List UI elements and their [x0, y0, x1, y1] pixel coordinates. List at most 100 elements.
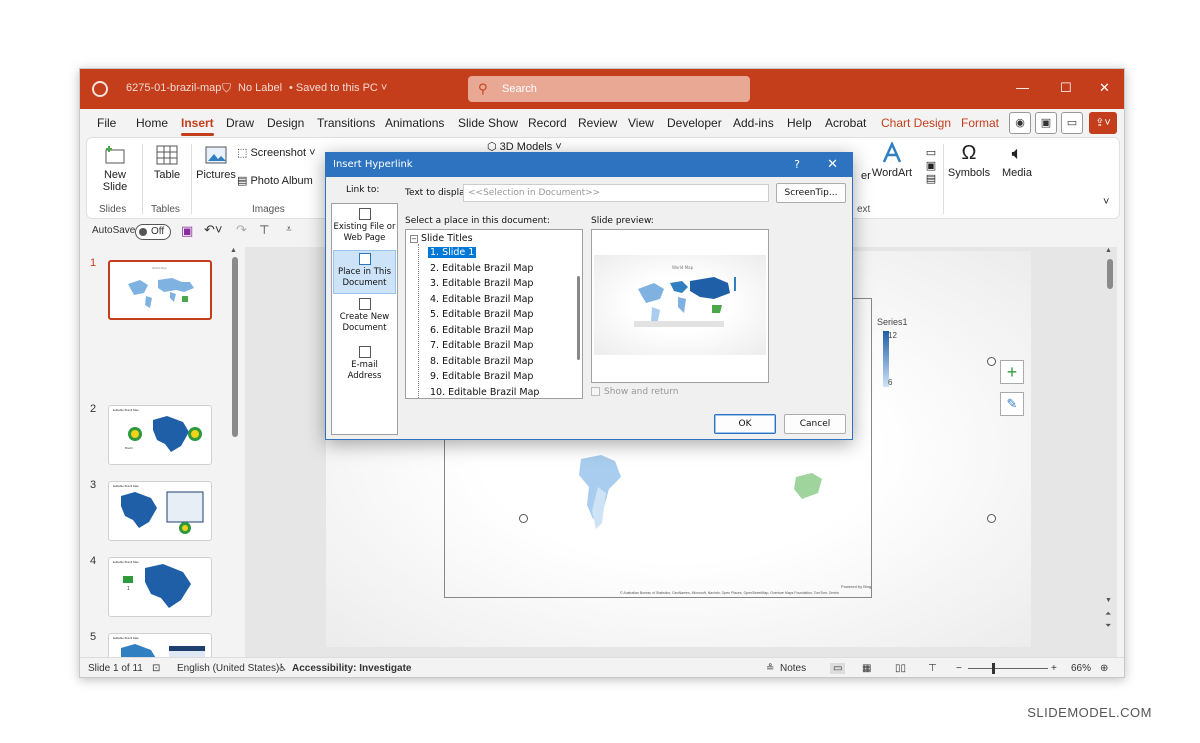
tree-item[interactable]: 7. Editable Brazil Map	[428, 340, 535, 351]
scroll-up-icon[interactable]: ▲	[1105, 247, 1112, 254]
record-icon[interactable]: ◉	[1009, 112, 1031, 134]
share-icon[interactable]: ⇪˅	[1089, 112, 1117, 134]
resize-handle[interactable]	[519, 514, 528, 523]
tab-format[interactable]: Format	[961, 116, 999, 130]
new-slide-button[interactable]: New Slide	[95, 144, 135, 193]
chart-elements-plus-icon[interactable]: +	[1000, 360, 1024, 384]
undo-icon[interactable]: ↶˅	[204, 222, 222, 238]
screenshot-button[interactable]: ⬚ Screenshot ˅	[237, 146, 316, 159]
tab-developer[interactable]: Developer	[667, 116, 722, 130]
tree-item[interactable]: 4. Editable Brazil Map	[428, 294, 535, 305]
dialog-title-bar: Insert Hyperlink ? ✕	[326, 153, 852, 177]
slide-scrollbar[interactable]	[1107, 259, 1113, 289]
autosave-toggle[interactable]: Off	[135, 224, 171, 240]
photo-album-button[interactable]: ▤ Photo Album	[237, 174, 313, 187]
reading-view-icon[interactable]: ▯▯	[895, 663, 906, 674]
screentip-button[interactable]: ScreenTip...	[776, 183, 846, 203]
thumbnail-slide-4[interactable]: Editable Brazil Map 1	[108, 557, 212, 617]
ok-button[interactable]: OK	[714, 414, 776, 434]
present-icon[interactable]: ⊤	[259, 223, 269, 237]
normal-view-icon[interactable]: ▭	[830, 663, 846, 674]
spellcheck-icon[interactable]: ⊡	[152, 663, 160, 674]
tab-transitions[interactable]: Transitions	[317, 116, 375, 130]
tab-insert[interactable]: Insert	[181, 116, 214, 136]
thumbnail-slide-2[interactable]: Editable Brazil Map Brazil	[108, 405, 212, 465]
thumb-number: 4	[90, 555, 97, 567]
zoom-out-icon[interactable]: −	[956, 663, 962, 674]
link-to-label: Link to:	[346, 185, 380, 195]
sensitivity-label[interactable]: No Label	[238, 82, 282, 94]
link-option-email[interactable]: E-mail Address	[333, 344, 396, 388]
thumbnail-slide-1[interactable]: World Map	[108, 260, 212, 320]
tree-item[interactable]: 8. Editable Brazil Map	[428, 356, 535, 367]
help-button[interactable]: ?	[794, 158, 800, 171]
link-option-existing-file[interactable]: Existing File or Web Page	[333, 206, 396, 250]
tab-slide-show[interactable]: Slide Show	[458, 116, 518, 130]
zoom-level[interactable]: 66%	[1071, 663, 1091, 674]
customize-qat-icon[interactable]: ⩡	[286, 224, 292, 235]
close-button[interactable]: ✕	[1099, 80, 1110, 96]
previous-slide-icon[interactable]: ⏶	[1105, 609, 1111, 619]
tab-animations[interactable]: Animations	[385, 116, 444, 130]
file-name[interactable]: 6275-01-brazil-map	[126, 82, 221, 94]
thumbnail-slide-3[interactable]: Editable Brazil Map	[108, 481, 212, 541]
tab-help[interactable]: Help	[787, 116, 812, 130]
search-box[interactable]: ⚲ Search	[468, 76, 750, 102]
tab-design[interactable]: Design	[267, 116, 304, 130]
notes-button[interactable]: Notes	[780, 663, 806, 674]
text-to-display-input[interactable]: <<Selection in Document>>	[463, 184, 769, 202]
text-tools-icon[interactable]: ▭ ▣ ▤	[923, 146, 939, 185]
link-option-place-in-document[interactable]: Place in This Document	[333, 250, 396, 294]
chart-styles-brush-icon[interactable]: ✎	[1000, 392, 1024, 416]
tab-acrobat[interactable]: Acrobat	[825, 116, 866, 130]
place-tree-view[interactable]: − Slide Titles 1. Slide 1 2. Editable Bra…	[405, 229, 583, 399]
slide-sorter-icon[interactable]: ▦	[862, 663, 871, 674]
save-icon[interactable]: ▣	[181, 223, 193, 239]
slideshow-icon[interactable]: ⊤	[928, 663, 937, 674]
next-slide-icon[interactable]: ⏷	[1105, 621, 1111, 631]
camera-icon[interactable]: ▣	[1035, 112, 1057, 134]
symbols-button[interactable]: Ω Symbols	[947, 142, 991, 179]
media-button[interactable]: 🔈︎ Media	[997, 142, 1037, 179]
resize-handle[interactable]	[987, 357, 996, 366]
tree-item[interactable]: 6. Editable Brazil Map	[428, 325, 535, 336]
tree-item[interactable]: 2. Editable Brazil Map	[428, 263, 535, 274]
resize-handle[interactable]	[987, 514, 996, 523]
table-button[interactable]: Table	[147, 144, 187, 181]
tree-item-slide-1[interactable]: 1. Slide 1	[428, 247, 477, 258]
fit-to-window-icon[interactable]: ⊕	[1100, 663, 1108, 674]
pictures-button[interactable]: Pictures	[195, 144, 237, 181]
tree-root-slide-titles[interactable]: − Slide Titles	[410, 233, 473, 244]
language-indicator[interactable]: English (United States)	[177, 663, 279, 674]
minimize-button[interactable]: —	[1016, 80, 1029, 95]
tab-draw[interactable]: Draw	[226, 116, 254, 130]
tree-scrollbar[interactable]	[577, 276, 580, 360]
comments-icon[interactable]: ▭	[1061, 112, 1083, 134]
tab-add-ins[interactable]: Add-ins	[733, 116, 774, 130]
tree-item[interactable]: 3. Editable Brazil Map	[428, 278, 535, 289]
accessibility-status[interactable]: Accessibility: Investigate	[292, 663, 412, 674]
save-status[interactable]: • Saved to this PC ˅	[289, 82, 387, 94]
zoom-in-icon[interactable]: +	[1051, 663, 1057, 674]
zoom-slider[interactable]	[968, 668, 1048, 669]
wordart-button[interactable]: WordArt	[870, 142, 914, 179]
dialog-close-button[interactable]: ✕	[827, 157, 838, 172]
scroll-down-icon[interactable]: ▼	[1105, 597, 1112, 604]
globe-file-icon	[358, 208, 371, 220]
zoom-slider-thumb[interactable]	[992, 663, 995, 674]
tree-item[interactable]: 10. Editable Brazil Map	[428, 387, 541, 398]
scroll-up-icon[interactable]: ▲	[230, 247, 237, 254]
cancel-button[interactable]: Cancel	[784, 414, 846, 434]
ribbon-collapse-icon[interactable]: ˅	[1103, 196, 1109, 208]
tab-home[interactable]: Home	[136, 116, 168, 130]
tab-record[interactable]: Record	[528, 116, 567, 130]
tab-file[interactable]: File	[97, 116, 116, 130]
tab-view[interactable]: View	[628, 116, 654, 130]
tab-review[interactable]: Review	[578, 116, 617, 130]
maximize-button[interactable]: ☐	[1060, 80, 1072, 96]
link-option-create-new[interactable]: Create New Document	[333, 296, 396, 340]
tree-item[interactable]: 9. Editable Brazil Map	[428, 371, 535, 382]
thumbnails-scrollbar[interactable]	[232, 257, 238, 437]
tab-chart-design[interactable]: Chart Design	[881, 116, 951, 130]
tree-item[interactable]: 5. Editable Brazil Map	[428, 309, 535, 320]
